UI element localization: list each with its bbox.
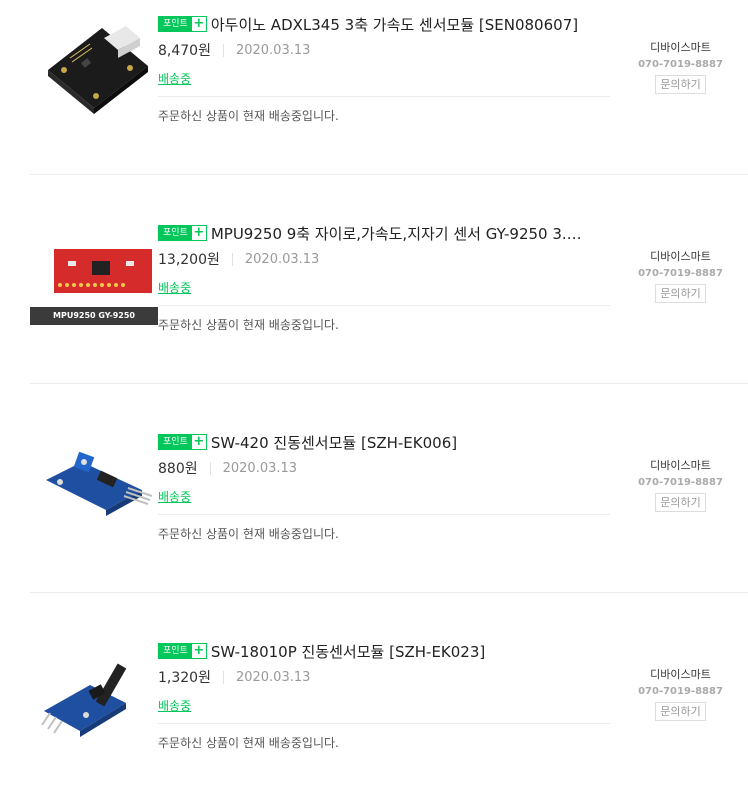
- price: 880원: [158, 461, 198, 477]
- meta-row: 1,320원 2020.03.13: [158, 667, 310, 687]
- seller-info: 디바이스마트 070-7019-8887 문의하기: [613, 40, 748, 94]
- meta-row: 13,200원 2020.03.13: [158, 249, 319, 269]
- seller-info: 디바이스마트 070-7019-8887 문의하기: [613, 249, 748, 303]
- inquiry-button[interactable]: 문의하기: [655, 493, 706, 512]
- status-description: 주문하신 상품이 현재 배송중입니다.: [158, 736, 339, 750]
- price: 8,470원: [158, 43, 211, 59]
- seller-info: 디바이스마트 070-7019-8887 문의하기: [613, 458, 748, 512]
- seller-phone: 070-7019-8887: [638, 268, 723, 279]
- title-row: 포인트 + SW-18010P 진동센서모듈 [SZH-EK023]: [158, 640, 613, 662]
- point-badge: 포인트 +: [158, 225, 207, 241]
- point-badge: 포인트 +: [158, 434, 207, 450]
- seller-name[interactable]: 디바이스마트: [613, 40, 748, 55]
- inquiry-button[interactable]: 문의하기: [655, 284, 706, 303]
- divider-vertical: [222, 43, 224, 57]
- inquiry-button[interactable]: 문의하기: [655, 75, 706, 94]
- order-date: 2020.03.13: [222, 460, 298, 476]
- status-description: 주문하신 상품이 현재 배송중입니다.: [158, 527, 339, 541]
- product-title-link[interactable]: SW-420 진동센서모듈 [SZH-EK006]: [211, 432, 457, 453]
- point-badge-label: 포인트: [159, 435, 192, 449]
- inquiry-button[interactable]: 문의하기: [655, 702, 706, 721]
- price: 1,320원: [158, 670, 211, 686]
- title-row: 포인트 + SW-420 진동센서모듈 [SZH-EK006]: [158, 431, 613, 453]
- seller-name[interactable]: 디바이스마트: [613, 667, 748, 682]
- divider-vertical: [222, 670, 224, 684]
- point-badge-label: 포인트: [159, 644, 192, 658]
- delivery-status-link[interactable]: 배송중: [158, 279, 191, 296]
- divider: [158, 305, 610, 306]
- order-item: 포인트 + SW-18010P 진동센서모듈 [SZH-EK023] 1,320…: [30, 592, 748, 802]
- order-date: 2020.03.13: [235, 669, 311, 685]
- seller-phone: 070-7019-8887: [638, 686, 723, 697]
- divider: [158, 723, 610, 724]
- title-row: 포인트 + 아두이노 ADXL345 3축 가속도 센서모듈 [SEN08060…: [158, 13, 613, 35]
- seller-info: 디바이스마트 070-7019-8887 문의하기: [613, 667, 748, 721]
- order-item: MPU9250 GY-9250 포인트 + MPU9250 9축 자이로,가속도…: [30, 174, 748, 384]
- point-badge: 포인트 +: [158, 16, 207, 32]
- order-item: 포인트 + SW-420 진동센서모듈 [SZH-EK006] 880원 202…: [30, 383, 748, 593]
- seller-name[interactable]: 디바이스마트: [613, 458, 748, 473]
- delivery-status-link[interactable]: 배송중: [158, 70, 191, 87]
- divider: [158, 96, 610, 97]
- point-badge: 포인트 +: [158, 643, 207, 659]
- delivery-status-link[interactable]: 배송중: [158, 488, 191, 505]
- divider-vertical: [231, 252, 233, 266]
- product-title-link[interactable]: 아두이노 ADXL345 3축 가속도 센서모듈 [SEN080607]: [211, 14, 578, 35]
- product-image-mpu9250[interactable]: MPU9250 GY-9250: [30, 175, 158, 384]
- plus-icon: +: [191, 434, 206, 449]
- product-title-link[interactable]: MPU9250 9축 자이로,가속도,지자기 센서 GY-9250 3.…: [211, 223, 582, 244]
- price: 13,200원: [158, 252, 220, 268]
- plus-icon: +: [191, 643, 206, 658]
- divider: [158, 514, 610, 515]
- product-title-link[interactable]: SW-18010P 진동센서모듈 [SZH-EK023]: [211, 641, 485, 662]
- product-image-sw420[interactable]: [30, 384, 158, 593]
- order-date: 2020.03.13: [235, 42, 311, 58]
- plus-icon: +: [191, 16, 206, 31]
- title-row: 포인트 + MPU9250 9축 자이로,가속도,지자기 센서 GY-9250 …: [158, 222, 613, 244]
- status-description: 주문하신 상품이 현재 배송중입니다.: [158, 109, 339, 123]
- seller-phone: 070-7019-8887: [638, 477, 723, 488]
- point-badge-label: 포인트: [159, 17, 192, 31]
- divider-vertical: [209, 461, 211, 475]
- product-image-label: MPU9250 GY-9250: [53, 311, 135, 320]
- point-badge-label: 포인트: [159, 226, 192, 240]
- order-date: 2020.03.13: [244, 251, 320, 267]
- meta-row: 880원 2020.03.13: [158, 458, 297, 478]
- product-image-sw18010p[interactable]: [30, 593, 158, 802]
- seller-name[interactable]: 디바이스마트: [613, 249, 748, 264]
- plus-icon: +: [191, 225, 206, 240]
- status-description: 주문하신 상품이 현재 배송중입니다.: [158, 318, 339, 332]
- seller-phone: 070-7019-8887: [638, 59, 723, 70]
- delivery-status-link[interactable]: 배송중: [158, 697, 191, 714]
- meta-row: 8,470원 2020.03.13: [158, 40, 310, 60]
